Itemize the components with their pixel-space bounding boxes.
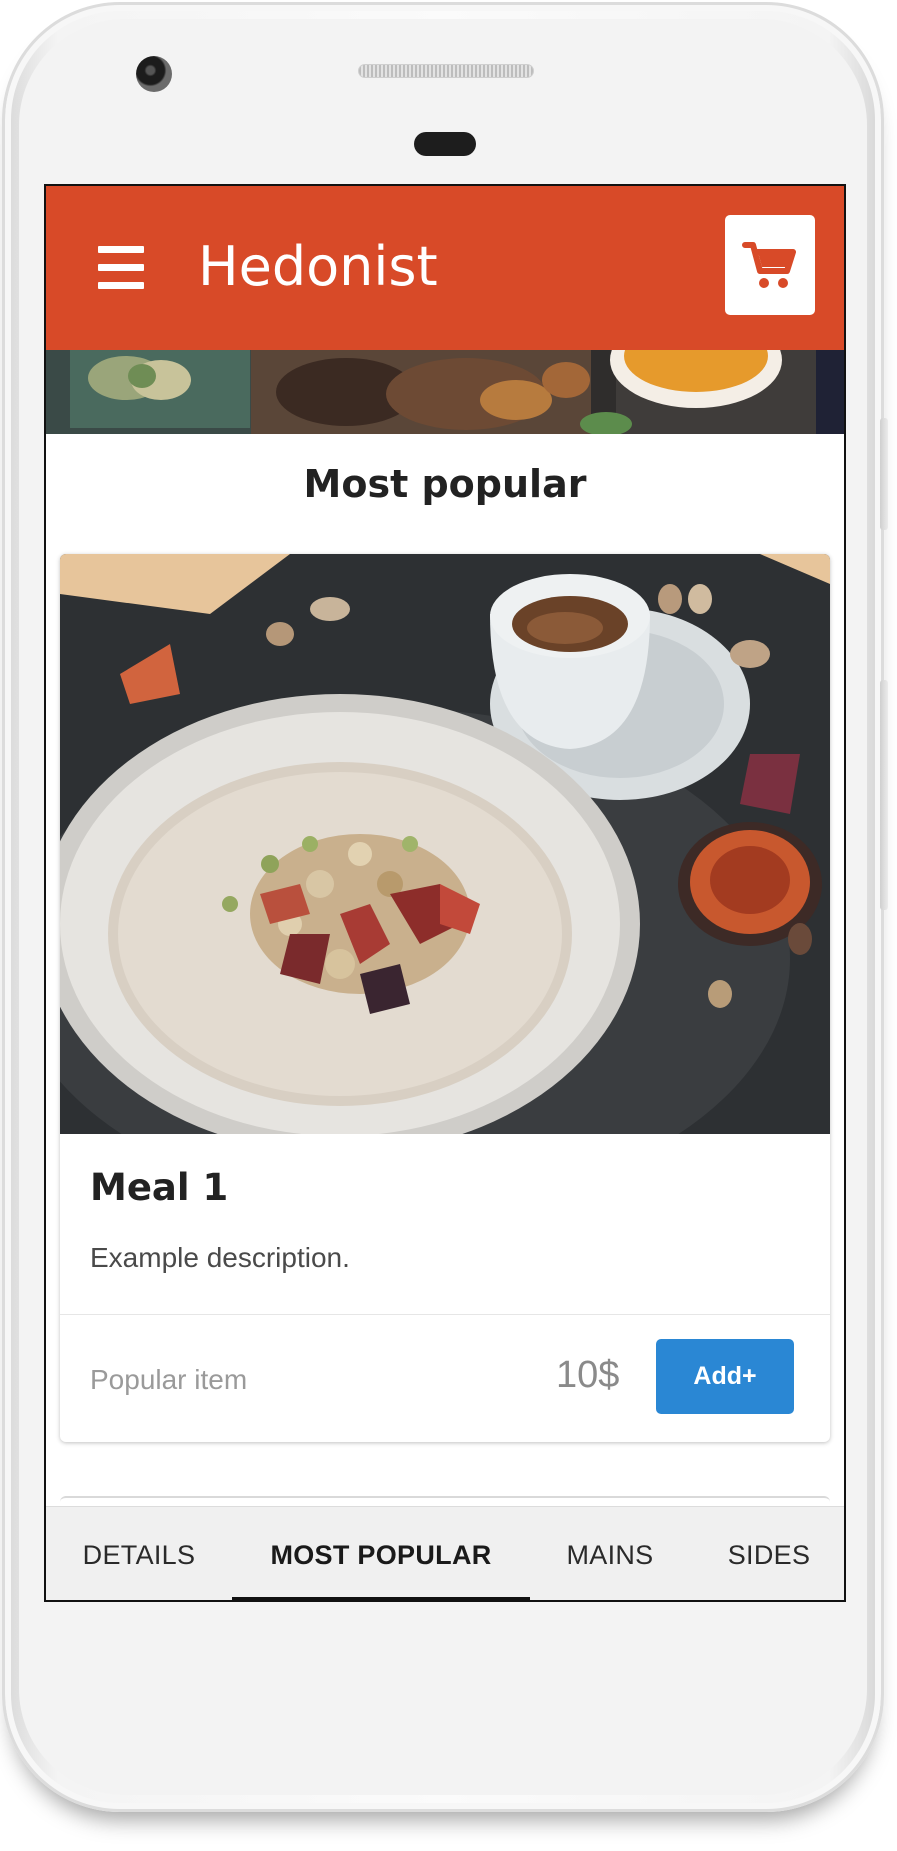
menu-item-card: Meal 1 Example description. Popular item…: [60, 554, 830, 1442]
meal-photo: [60, 554, 830, 1134]
next-card-edge: [60, 1496, 830, 1504]
power-button: [880, 680, 888, 910]
meal-description: Example description.: [90, 1242, 350, 1273]
tab-details[interactable]: DETAILS: [46, 1507, 232, 1600]
bottom-tab-bar: DETAILS MOST POPULAR MAINS SIDES: [46, 1506, 844, 1600]
active-tab-indicator: [232, 1597, 530, 1600]
hamburger-menu-icon[interactable]: [98, 244, 144, 290]
app-screen: Hedonist Most popular Meal 1 Example des…: [44, 184, 846, 1602]
shopping-cart-icon: [742, 242, 796, 288]
card-divider: [60, 1314, 830, 1315]
proximity-sensor: [414, 132, 476, 156]
tab-sides[interactable]: SIDES: [690, 1507, 844, 1600]
tab-most-popular[interactable]: MOST POPULAR: [232, 1507, 530, 1600]
earpiece-speaker: [358, 64, 534, 78]
meal-price: 10$: [556, 1354, 620, 1396]
volume-button: [880, 418, 888, 530]
cart-button[interactable]: [725, 215, 815, 315]
meal-title: Meal 1: [90, 1166, 229, 1209]
tab-mains[interactable]: MAINS: [530, 1507, 690, 1600]
app-title: Hedonist: [198, 235, 438, 298]
meal-tag: Popular item: [90, 1364, 248, 1395]
app-bar: Hedonist: [46, 186, 844, 350]
add-to-cart-button[interactable]: Add+: [656, 1339, 794, 1414]
banner-image: [46, 350, 844, 434]
front-camera-icon: [136, 56, 172, 92]
section-title: Most popular: [303, 462, 587, 506]
